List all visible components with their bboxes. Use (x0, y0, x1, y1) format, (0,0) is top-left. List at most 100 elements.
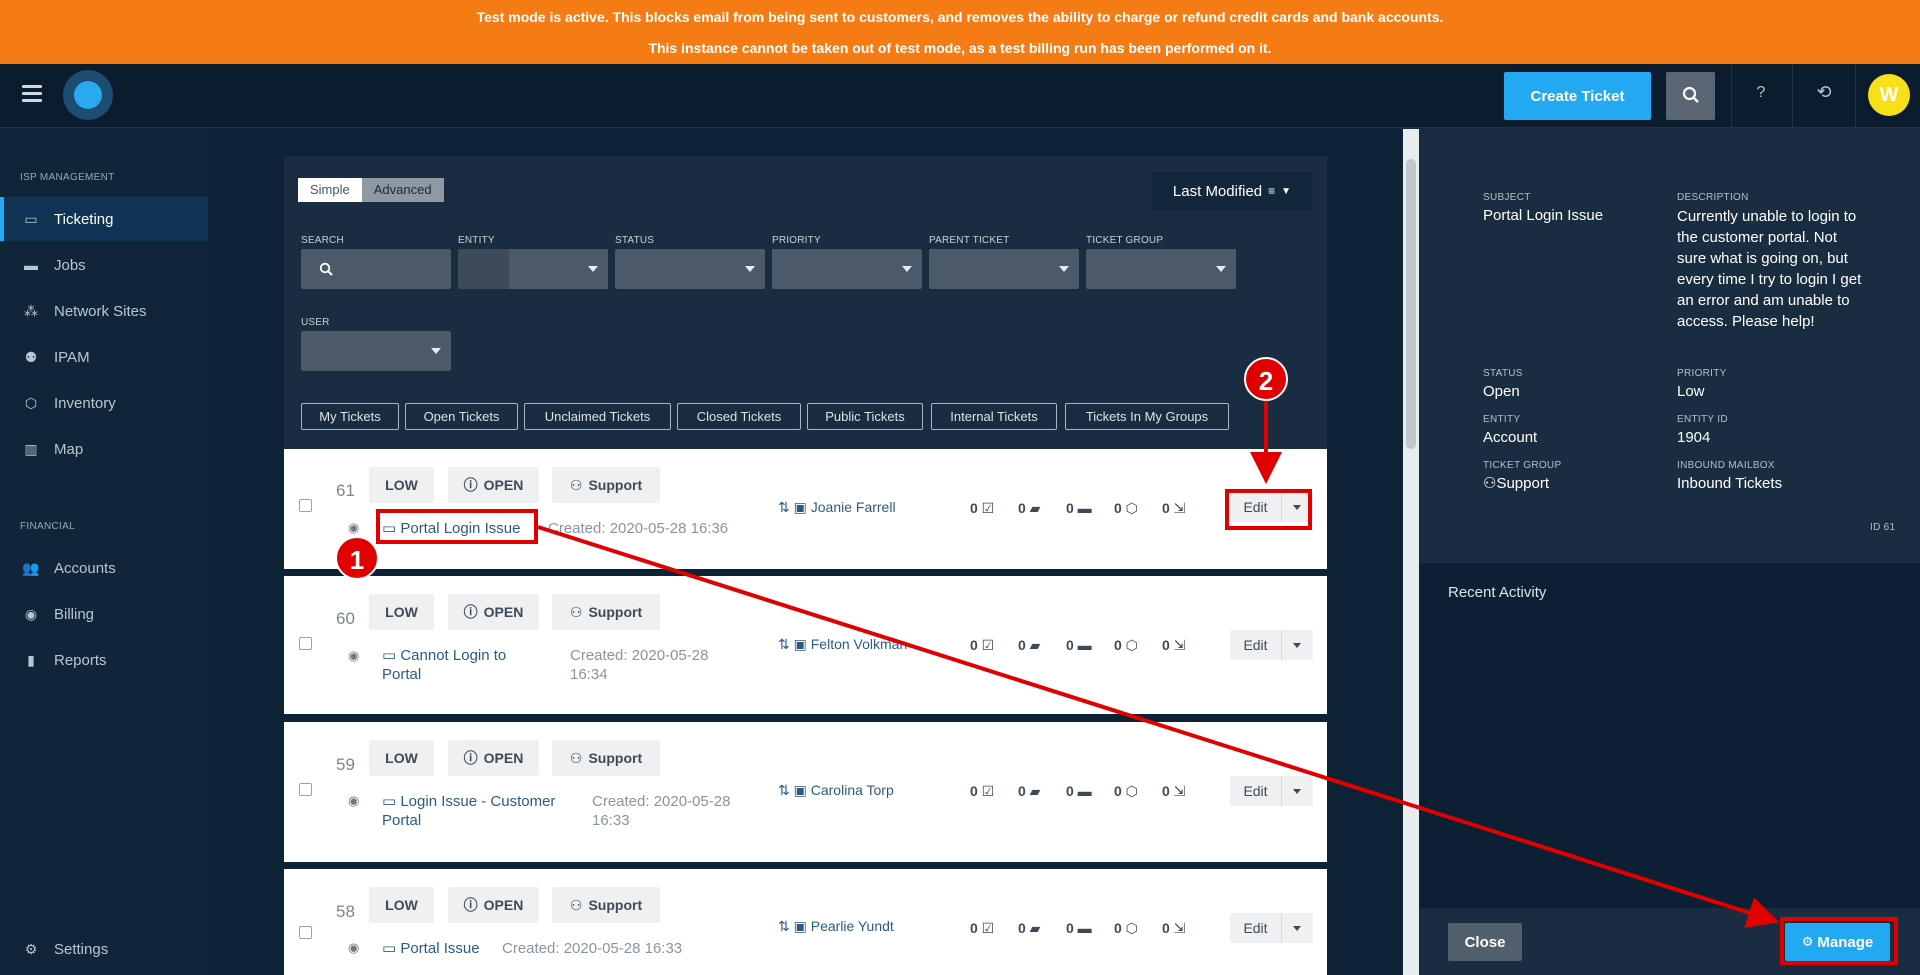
status-badge[interactable]: ⓘ OPEN (448, 594, 539, 630)
user-select[interactable] (301, 331, 451, 371)
edit-split-button[interactable]: Edit (1230, 913, 1313, 943)
sidebar-item-reports[interactable]: ▮ Reports (0, 638, 208, 682)
entity-select[interactable] (458, 249, 608, 289)
row-checkbox[interactable] (299, 783, 312, 796)
sidebar-item-network-sites[interactable]: ⁂ Network Sites (0, 289, 208, 333)
search-input[interactable] (301, 249, 451, 289)
status-badge[interactable]: ⓘ OPEN (448, 740, 539, 776)
chevron-down-icon: ▼ (1281, 185, 1292, 197)
search-button[interactable] (1666, 72, 1715, 120)
status-badge[interactable]: ⓘ OPEN (448, 467, 539, 503)
created-label: Created: (502, 940, 560, 957)
sort-dropdown[interactable]: Last Modified ≡ ▼ (1152, 172, 1312, 210)
eye-icon[interactable]: ◉ (348, 648, 359, 664)
sidebar-item-jobs[interactable]: ▬ Jobs (0, 243, 208, 287)
eye-icon[interactable]: ◉ (348, 520, 359, 536)
assignee-link[interactable]: ⇅ ▣ Carolina Torp (778, 782, 894, 799)
edit-button[interactable]: Edit (1230, 630, 1282, 660)
priority-badge[interactable]: LOW (369, 740, 434, 776)
scrollbar-thumb[interactable] (1406, 159, 1416, 449)
inventory-count: 0 ⬡ (1114, 920, 1138, 936)
banner-line-2: This instance cannot be taken out of tes… (648, 40, 1272, 56)
quick-filter-tickets-in-my-groups[interactable]: Tickets In My Groups (1065, 403, 1229, 430)
description-label: DESCRIPTION (1677, 192, 1749, 203)
ticket-row[interactable]: 60 LOW ⓘ OPEN ⚇ Support ◉ ▭ Cannot Login t… (284, 576, 1327, 714)
sidebar-item-ticketing[interactable]: ▭ Ticketing (0, 197, 208, 241)
tasks-count: 0 ☑ (970, 500, 995, 516)
create-ticket-button[interactable]: Create Ticket (1504, 72, 1651, 120)
user-avatar[interactable]: W (1868, 74, 1910, 116)
status-badge[interactable]: ⓘ OPEN (448, 887, 539, 923)
highlight-box-subject (376, 509, 538, 544)
row-checkbox[interactable] (299, 499, 312, 512)
sidebar-item-accounts[interactable]: 👥 Accounts (0, 546, 208, 590)
mode-simple-button[interactable]: Simple (298, 178, 362, 202)
priority-badge[interactable]: LOW (369, 467, 434, 503)
ticket-group-select[interactable] (1086, 249, 1236, 289)
vertical-scrollbar[interactable] (1403, 129, 1419, 975)
sidebar-item-billing[interactable]: ◉ Billing (0, 592, 208, 636)
quick-filter-closed-tickets[interactable]: Closed Tickets (677, 403, 801, 430)
quick-filter-public-tickets[interactable]: Public Tickets (807, 403, 923, 430)
chevron-down-icon[interactable] (1282, 913, 1313, 943)
edit-button[interactable]: Edit (1230, 913, 1282, 943)
sidebar-item-inventory[interactable]: ⬡ Inventory (0, 381, 208, 425)
eye-icon[interactable]: ◉ (348, 940, 359, 956)
mode-advanced-button[interactable]: Advanced (361, 178, 444, 202)
assignee-name: Carolina Torp (810, 782, 894, 798)
ticket-group-label: TICKET GROUP (1086, 235, 1164, 246)
row-checkbox[interactable] (299, 637, 312, 650)
close-button[interactable]: Close (1448, 923, 1522, 961)
ticket-row[interactable]: 59 LOW ⓘ OPEN ⚇ Support ◉ ▭ Login Issue - … (284, 722, 1327, 862)
quick-filter-internal-tickets[interactable]: Internal Tickets (931, 403, 1057, 430)
group-icon: ⚇ (569, 603, 583, 620)
group-badge[interactable]: ⚇ Support (552, 467, 660, 503)
jobs-count: 0 ▬ (1066, 500, 1092, 516)
priority-badge[interactable]: LOW (369, 887, 434, 923)
group-badge[interactable]: ⚇ Support (552, 740, 660, 776)
top-navbar: Create Ticket ? ⟲ W (0, 64, 1920, 128)
hamburger-menu-icon[interactable] (22, 85, 42, 105)
step-badge-2: 2 (1244, 357, 1288, 401)
ticket-subject-link[interactable]: ▭ Login Issue - Customer Portal (382, 792, 572, 830)
ticket-icon: ▭ (382, 940, 401, 957)
chevron-down-icon[interactable] (1282, 776, 1313, 806)
row-checkbox[interactable] (299, 926, 312, 939)
sidebar-item-map[interactable]: ▥ Map (0, 427, 208, 471)
quick-filter-my-tickets[interactable]: My Tickets (301, 403, 399, 430)
status-select[interactable] (615, 249, 765, 289)
ticket-id: 58 (336, 902, 355, 921)
assignee-link[interactable]: ⇅ ▣ Pearlie Yundt (778, 918, 894, 935)
ticket-subject-link[interactable]: ▭ Portal Issue (382, 939, 502, 958)
inventory-count: 0 ⬡ (1114, 783, 1138, 799)
parent-ticket-label: PARENT TICKET (929, 235, 1010, 246)
ticket-subject-link[interactable]: ▭ Cannot Login to Portal (382, 646, 522, 684)
help-button[interactable]: ? (1743, 84, 1779, 102)
quick-filter-unclaimed-tickets[interactable]: Unclaimed Tickets (524, 403, 671, 430)
ticket-id-text: ID 61 (1870, 522, 1896, 533)
section-label-financial: FINANCIAL (20, 521, 75, 532)
history-icon[interactable]: ⟲ (1806, 82, 1842, 103)
network-icon: ⁂ (24, 302, 38, 319)
chevron-down-icon[interactable] (1282, 630, 1313, 660)
created-date: Created: 2020-05-28 16:34 (570, 646, 730, 684)
eye-icon[interactable]: ◉ (348, 793, 359, 809)
sidebar-item-ipam[interactable]: ⚉ IPAM (0, 335, 208, 379)
quick-filter-open-tickets[interactable]: Open Tickets (405, 403, 518, 430)
app-logo[interactable] (63, 70, 113, 120)
priority-badge[interactable]: LOW (369, 594, 434, 630)
parent-ticket-select[interactable] (929, 249, 1079, 289)
group-icon: ⚇ (569, 749, 583, 766)
assignee-link[interactable]: ⇅ ▣ Felton Volkman (778, 636, 907, 653)
edit-split-button[interactable]: Edit (1230, 776, 1313, 806)
edit-button[interactable]: Edit (1230, 776, 1282, 806)
sidebar-item-settings[interactable]: ⚙ Settings (0, 927, 208, 971)
group-badge[interactable]: ⚇ Support (552, 887, 660, 923)
priority-select[interactable] (772, 249, 922, 289)
assignee-link[interactable]: ⇅ ▣ Joanie Farrell (778, 499, 896, 516)
edit-split-button[interactable]: Edit (1230, 630, 1313, 660)
ticket-row[interactable]: 58 LOW ⓘ OPEN ⚇ Support ◉ ▭ Portal Issue C… (284, 869, 1327, 975)
status-text: OPEN (483, 750, 524, 766)
sidebar: ISP MANAGEMENT ▭ Ticketing ▬ Jobs ⁂ Network… (0, 129, 208, 975)
group-badge[interactable]: ⚇ Support (552, 594, 660, 630)
